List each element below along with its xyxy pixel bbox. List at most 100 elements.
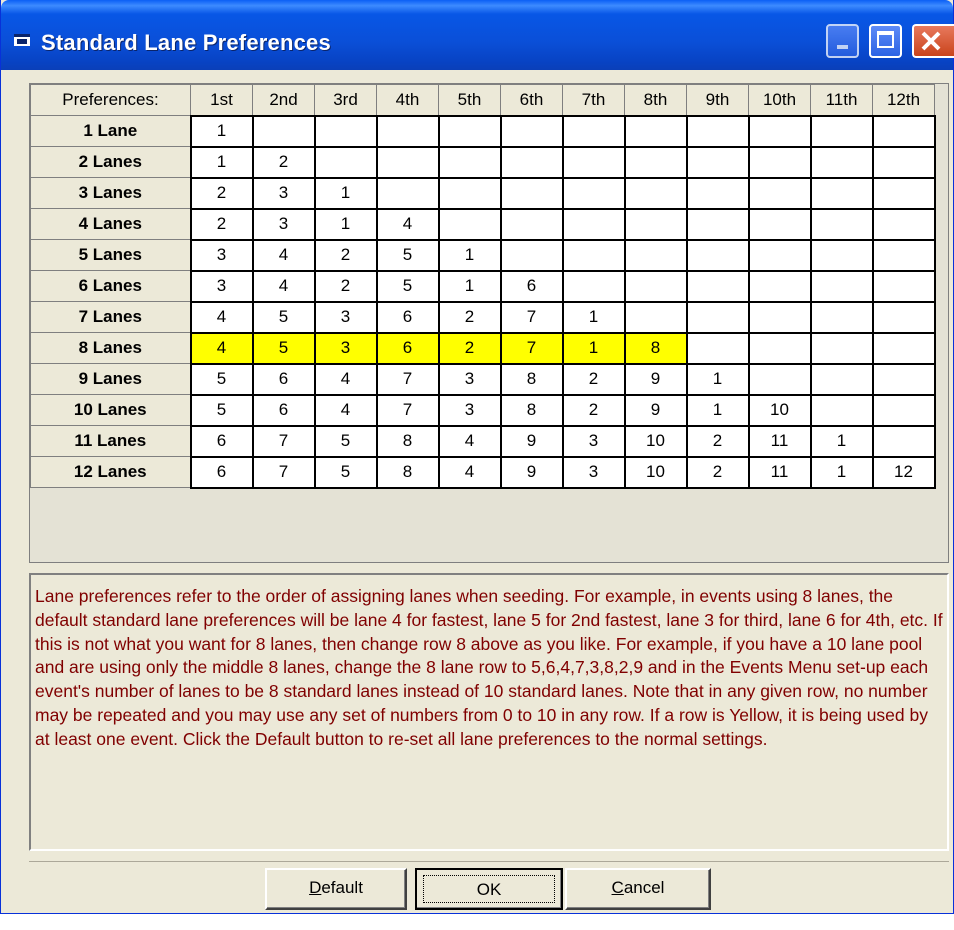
lane-cell[interactable]: 3 (437, 393, 502, 427)
lane-cell[interactable]: 6 (375, 331, 440, 365)
lane-cell[interactable]: 3 (313, 300, 378, 334)
lane-cell[interactable] (809, 393, 874, 427)
lane-cell[interactable]: 7 (375, 393, 440, 427)
lane-cell[interactable]: 1 (561, 300, 626, 334)
lane-cell[interactable] (871, 145, 936, 179)
lane-cell[interactable] (809, 300, 874, 334)
lane-cell[interactable] (809, 331, 874, 365)
lane-cell[interactable] (685, 300, 750, 334)
lane-cell[interactable] (871, 300, 936, 334)
lane-cell[interactable]: 2 (685, 455, 750, 489)
lane-cell[interactable] (747, 331, 812, 365)
lane-cell[interactable]: 1 (685, 362, 750, 396)
lane-cell[interactable] (747, 114, 812, 148)
lane-cell[interactable] (623, 300, 688, 334)
lane-cell[interactable]: 3 (189, 238, 254, 272)
lane-cell[interactable]: 7 (251, 424, 316, 458)
lane-cell[interactable] (561, 207, 626, 241)
lane-cell[interactable]: 1 (561, 331, 626, 365)
default-button[interactable]: Default (265, 868, 407, 910)
lane-cell[interactable] (561, 145, 626, 179)
lane-cell[interactable] (623, 145, 688, 179)
lane-cell[interactable] (747, 207, 812, 241)
lane-cell[interactable] (685, 207, 750, 241)
lane-cell[interactable] (623, 238, 688, 272)
lane-cell[interactable]: 2 (561, 393, 626, 427)
lane-cell[interactable]: 8 (499, 362, 564, 396)
lane-cell[interactable] (871, 269, 936, 303)
lane-cell[interactable] (685, 331, 750, 365)
lane-cell[interactable]: 4 (189, 300, 254, 334)
lane-cell[interactable]: 10 (623, 455, 688, 489)
lane-cell[interactable] (747, 300, 812, 334)
lane-cell[interactable]: 4 (251, 269, 316, 303)
lane-preferences-grid[interactable]: Preferences: 1st 2nd 3rd 4th 5th 6th 7th 8th 9th… (29, 83, 949, 563)
lane-cell[interactable] (685, 269, 750, 303)
maximize-button[interactable] (869, 24, 902, 58)
lane-cell[interactable]: 6 (251, 393, 316, 427)
lane-cell[interactable]: 5 (313, 455, 378, 489)
lane-cell[interactable]: 1 (809, 424, 874, 458)
lane-cell[interactable] (871, 207, 936, 241)
lane-cell[interactable]: 12 (871, 455, 936, 489)
lane-cell[interactable]: 3 (189, 269, 254, 303)
lane-cell[interactable] (251, 114, 316, 148)
lane-cell[interactable] (623, 269, 688, 303)
lane-cell[interactable] (747, 362, 812, 396)
lane-cell[interactable]: 2 (189, 207, 254, 241)
lane-cell[interactable] (871, 424, 936, 458)
lane-cell[interactable] (437, 207, 502, 241)
lane-cell[interactable] (375, 114, 440, 148)
close-button[interactable] (912, 24, 954, 58)
lane-cell[interactable] (685, 114, 750, 148)
lane-cell[interactable] (437, 176, 502, 210)
lane-cell[interactable] (809, 207, 874, 241)
lane-cell[interactable]: 2 (189, 176, 254, 210)
lane-cell[interactable]: 7 (375, 362, 440, 396)
lane-cell[interactable] (871, 331, 936, 365)
lane-cell[interactable]: 1 (809, 455, 874, 489)
lane-cell[interactable]: 4 (189, 331, 254, 365)
lane-cell[interactable]: 1 (189, 145, 254, 179)
lane-cell[interactable]: 8 (375, 424, 440, 458)
lane-cell[interactable] (685, 176, 750, 210)
minimize-button[interactable] (826, 24, 859, 58)
lane-cell[interactable]: 2 (685, 424, 750, 458)
lane-cell[interactable] (809, 269, 874, 303)
lane-cell[interactable] (871, 362, 936, 396)
lane-cell[interactable] (561, 114, 626, 148)
lane-cell[interactable] (747, 176, 812, 210)
lane-cell[interactable] (809, 238, 874, 272)
lane-cell[interactable]: 6 (189, 455, 254, 489)
lane-cell[interactable]: 10 (623, 424, 688, 458)
lane-cell[interactable]: 4 (313, 362, 378, 396)
lane-cell[interactable] (499, 238, 564, 272)
lane-cell[interactable]: 1 (313, 176, 378, 210)
lane-cell[interactable] (809, 362, 874, 396)
lane-cell[interactable]: 4 (437, 455, 502, 489)
lane-cell[interactable] (561, 176, 626, 210)
lane-cell[interactable]: 7 (499, 331, 564, 365)
lane-cell[interactable]: 5 (189, 393, 254, 427)
lane-cell[interactable]: 1 (437, 269, 502, 303)
lane-cell[interactable]: 2 (437, 331, 502, 365)
lane-cell[interactable] (375, 145, 440, 179)
lane-cell[interactable]: 3 (561, 424, 626, 458)
lane-cell[interactable]: 5 (189, 362, 254, 396)
lane-cell[interactable]: 1 (685, 393, 750, 427)
lane-cell[interactable]: 3 (251, 207, 316, 241)
lane-cell[interactable]: 6 (375, 300, 440, 334)
lane-cell[interactable]: 3 (251, 176, 316, 210)
lane-cell[interactable] (871, 176, 936, 210)
lane-cell[interactable] (809, 114, 874, 148)
lane-cell[interactable]: 4 (437, 424, 502, 458)
lane-cell[interactable] (747, 145, 812, 179)
lane-cell[interactable] (685, 238, 750, 272)
lane-cell[interactable] (499, 207, 564, 241)
lane-cell[interactable]: 3 (313, 331, 378, 365)
lane-cell[interactable]: 9 (499, 455, 564, 489)
lane-cell[interactable] (375, 176, 440, 210)
lane-cell[interactable]: 5 (251, 331, 316, 365)
lane-cell[interactable]: 8 (623, 331, 688, 365)
ok-button[interactable]: OK (415, 868, 563, 910)
